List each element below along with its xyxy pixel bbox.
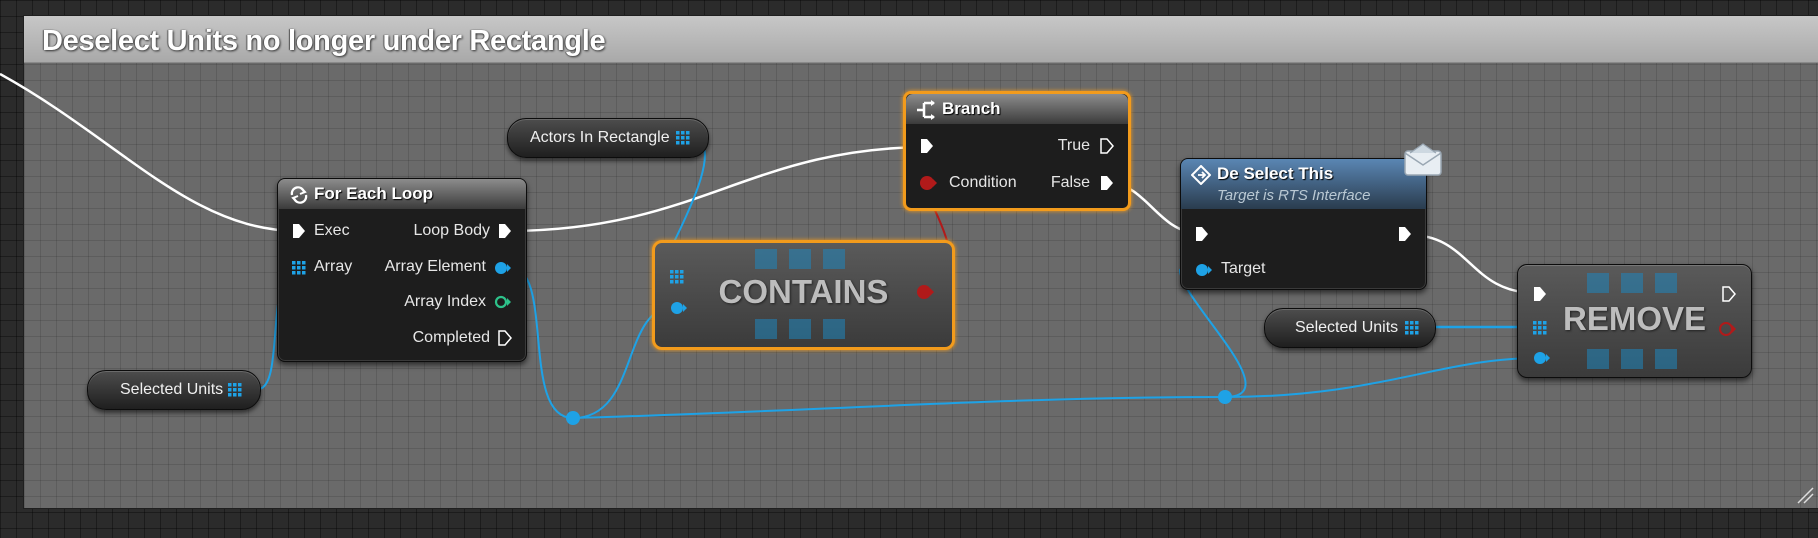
branch-node[interactable]: Branch Condition True False — [903, 91, 1131, 211]
completed-exec-pin-icon[interactable] — [498, 330, 512, 346]
true-pin-label: True — [1057, 137, 1090, 154]
item-pin-icon[interactable] — [1533, 351, 1551, 365]
array-index-pin-icon[interactable] — [494, 295, 512, 309]
actors-in-rectangle-variable[interactable]: Actors In Rectangle — [507, 118, 709, 158]
exec-in-pin-icon[interactable] — [1195, 226, 1209, 242]
true-exec-pin-icon[interactable] — [1100, 138, 1114, 154]
exec-in-pin-icon[interactable] — [920, 138, 934, 154]
completed-pin-label: Completed — [412, 329, 490, 346]
array-pin-icon[interactable] — [1533, 321, 1547, 335]
target-pin-label: Target — [1221, 260, 1266, 277]
exec-out-pin-icon[interactable] — [1398, 226, 1412, 242]
branch-icon — [917, 100, 935, 120]
loop-body-pin-label: Loop Body — [413, 222, 490, 239]
array-pin-icon[interactable] — [676, 131, 690, 145]
contains-node[interactable]: CONTAINS — [652, 240, 955, 350]
condition-pin-label: Condition — [949, 174, 1017, 191]
exec-out-pin-icon[interactable] — [1722, 286, 1736, 302]
false-exec-pin-icon[interactable] — [1100, 175, 1114, 191]
bool-return-pin-icon[interactable] — [916, 284, 934, 300]
condition-pin-icon[interactable] — [919, 175, 937, 191]
node-header: For Each Loop — [278, 179, 526, 209]
variable-label: Actors In Rectangle — [530, 129, 670, 146]
array-pin-label: Array — [314, 258, 353, 275]
resize-grip-icon[interactable] — [1796, 486, 1814, 504]
exec-in-pin-icon[interactable] — [1533, 286, 1547, 302]
variable-label: Selected Units — [1295, 319, 1399, 336]
contains-label: CONTAINS — [718, 273, 889, 310]
array-pin-icon[interactable] — [1405, 321, 1419, 335]
node-title: De Select This — [1217, 164, 1334, 183]
node-header: De Select This Target is RTS Interface — [1181, 159, 1426, 209]
function-icon — [1191, 165, 1211, 185]
loop-icon — [290, 186, 308, 204]
node-title: For Each Loop — [314, 184, 433, 203]
comment-title: Deselect Units no longer under Rectangle — [42, 25, 606, 57]
deselect-this-node[interactable]: De Select This Target is RTS Interface T… — [1180, 158, 1427, 290]
reroute-knot-right[interactable] — [1218, 390, 1232, 404]
selected-units-variable-left[interactable]: Selected Units — [87, 370, 261, 410]
loop-body-exec-pin-icon[interactable] — [498, 223, 512, 239]
array-element-pin-icon[interactable] — [494, 261, 512, 275]
target-pin-icon[interactable] — [1195, 263, 1213, 277]
array-pin-icon[interactable] — [670, 270, 684, 284]
exec-pin-icon[interactable] — [292, 223, 306, 239]
node-subtitle: Target is RTS Interface — [1217, 187, 1371, 204]
false-pin-label: False — [1050, 174, 1090, 191]
for-each-loop-node[interactable]: For Each Loop Exec Array Loop Body Array… — [277, 178, 527, 362]
array-pin-icon[interactable] — [292, 261, 306, 275]
envelope-icon — [1404, 143, 1442, 176]
variable-label: Selected Units — [120, 381, 224, 398]
array-pin-icon[interactable] — [228, 383, 242, 397]
array-element-pin-label: Array Element — [384, 258, 486, 275]
item-pin-icon[interactable] — [670, 301, 688, 315]
comment-header[interactable]: Deselect Units no longer under Rectangle — [24, 16, 1818, 63]
node-header: Branch — [906, 94, 1128, 124]
reroute-knot-left[interactable] — [566, 411, 580, 425]
array-index-pin-label: Array Index — [404, 293, 486, 310]
exec-pin-label: Exec — [314, 222, 350, 239]
selected-units-variable-right[interactable]: Selected Units — [1264, 308, 1436, 348]
bool-return-pin-icon[interactable] — [1718, 321, 1736, 337]
node-title: Branch — [942, 99, 1001, 118]
remove-label: REMOVE — [1562, 300, 1707, 337]
remove-node[interactable]: REMOVE — [1517, 264, 1752, 378]
